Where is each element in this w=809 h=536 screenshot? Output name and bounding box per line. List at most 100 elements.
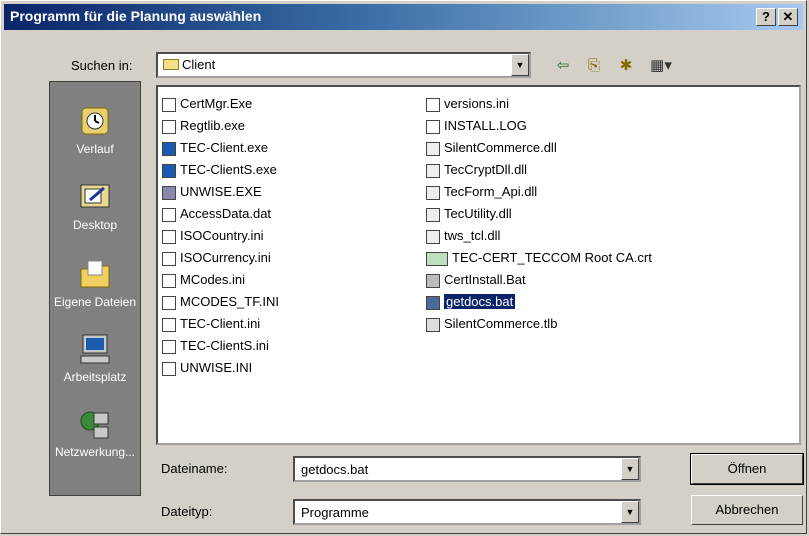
file-item[interactable]: TEC-CERT_TECCOM Root CA.crt [426, 247, 652, 269]
file-name: INSTALL.LOG [444, 118, 527, 133]
certificate-file-icon [426, 251, 448, 266]
file-name: TEC-ClientS.exe [180, 162, 277, 177]
file-name: Regtlib.exe [180, 118, 246, 133]
file-item[interactable]: MCodes.ini [162, 269, 245, 291]
my-documents-icon [78, 257, 112, 291]
file-name: TecForm_Api.dll [444, 184, 538, 199]
dll-file-icon [426, 185, 440, 200]
ini-file-icon [162, 229, 176, 244]
place-desktop[interactable]: Desktop [50, 180, 140, 232]
filetype-label: Dateityp: [161, 504, 213, 519]
app-file-icon [162, 141, 176, 156]
filename-value: getdocs.bat [301, 462, 369, 477]
chevron-down-icon[interactable]: ▼ [621, 458, 639, 480]
file-name: TEC-CERT_TECCOM Root CA.crt [452, 250, 652, 265]
filetype-value: Programme [301, 505, 369, 520]
chevron-down-icon[interactable]: ▼ [621, 501, 639, 523]
place-label: Verlauf [76, 142, 114, 156]
file-name: SilentCommerce.dll [444, 140, 557, 155]
file-name: ISOCountry.ini [180, 228, 264, 243]
file-name: CertInstall.Bat [444, 272, 526, 287]
file-item[interactable]: TEC-Client.ini [162, 313, 260, 335]
file-name: versions.ini [444, 96, 510, 111]
app-file-icon [162, 163, 176, 178]
dll-file-icon [426, 207, 440, 222]
ini-file-icon [426, 97, 440, 112]
file-item[interactable]: UNWISE.EXE [162, 181, 262, 203]
file-item[interactable]: ISOCountry.ini [162, 225, 264, 247]
log-file-icon [426, 119, 440, 134]
file-item[interactable]: TEC-Client.exe [162, 137, 268, 159]
folder-up-icon[interactable]: ⎘ [584, 57, 604, 75]
file-name: UNWISE.EXE [180, 184, 262, 199]
ini-file-icon [162, 273, 176, 288]
filetype-select[interactable]: Programme ▼ [293, 499, 641, 525]
dll-file-icon [426, 229, 440, 244]
look-in-value: Client [182, 57, 216, 72]
place-label: Netzwerkung... [54, 445, 136, 459]
file-name: ISOCurrency.ini [180, 250, 271, 265]
file-item[interactable]: versions.ini [426, 93, 509, 115]
place-my-computer[interactable]: Arbeitsplatz [50, 332, 140, 384]
view-menu-icon[interactable]: ▦▾ [646, 57, 676, 75]
ini-file-icon [162, 295, 176, 310]
window-title: Programm für die Planung auswählen [10, 8, 262, 24]
file-item[interactable]: CertMgr.Exe [162, 93, 252, 115]
exe-file-icon [162, 97, 176, 112]
file-item[interactable]: CertInstall.Bat [426, 269, 526, 291]
batch-file-icon [426, 295, 440, 310]
ini-file-icon [162, 339, 176, 354]
file-item[interactable]: SilentCommerce.tlb [426, 313, 557, 335]
history-icon [78, 104, 112, 138]
file-name: MCODES_TF.INI [180, 294, 279, 309]
file-name: TecUtility.dll [444, 206, 512, 221]
file-item[interactable]: UNWISE.INI [162, 357, 252, 379]
ini-file-icon [162, 317, 176, 332]
file-name: CertMgr.Exe [180, 96, 253, 111]
chevron-down-icon[interactable]: ▼ [511, 54, 529, 76]
file-list[interactable]: CertMgr.Exe Regtlib.exe TEC-Client.exe T… [156, 85, 801, 445]
ini-file-icon [162, 361, 176, 376]
dll-file-icon [426, 141, 440, 156]
help-button[interactable]: ? [756, 8, 776, 26]
file-item[interactable]: TEC-ClientS.exe [162, 159, 277, 181]
file-item[interactable]: TEC-ClientS.ini [162, 335, 269, 357]
file-item[interactable]: MCODES_TF.INI [162, 291, 279, 313]
file-item[interactable]: ISOCurrency.ini [162, 247, 271, 269]
file-item[interactable]: TecCryptDll.dll [426, 159, 527, 181]
desktop-icon [78, 180, 112, 214]
place-label: Arbeitsplatz [63, 370, 127, 384]
file-name: TEC-ClientS.ini [180, 338, 269, 353]
look-in-combo[interactable]: Client ▼ [156, 52, 531, 78]
document-file-icon [162, 207, 176, 222]
file-name: getdocs.bat [444, 294, 516, 309]
look-in-label: Suchen in: [71, 58, 133, 73]
cancel-button[interactable]: Abbrechen [691, 495, 803, 525]
file-item[interactable]: INSTALL.LOG [426, 115, 527, 137]
folder-icon [163, 59, 179, 70]
title-bar[interactable]: Programm für die Planung auswählen ? ✕ [4, 4, 803, 30]
place-label: Desktop [72, 218, 118, 232]
file-item[interactable]: AccessData.dat [162, 203, 271, 225]
file-name: TEC-Client.exe [180, 140, 269, 155]
file-item[interactable]: Regtlib.exe [162, 115, 245, 137]
file-name: MCodes.ini [180, 272, 246, 287]
file-item-selected[interactable]: getdocs.bat [426, 291, 516, 313]
place-my-documents[interactable]: Eigene Dateien [50, 257, 140, 309]
installer-file-icon [162, 185, 176, 200]
file-name: TecCryptDll.dll [444, 162, 528, 177]
batch-file-icon [426, 273, 440, 288]
file-item[interactable]: tws_tcl.dll [426, 225, 500, 247]
file-open-dialog: Programm für die Planung auswählen ? ✕ S… [0, 0, 807, 534]
file-item[interactable]: TecForm_Api.dll [426, 181, 537, 203]
filename-input[interactable]: getdocs.bat ▼ [293, 456, 641, 482]
close-button[interactable]: ✕ [778, 8, 798, 26]
new-folder-icon[interactable]: ✱ [616, 57, 636, 75]
file-item[interactable]: SilentCommerce.dll [426, 137, 557, 159]
file-item[interactable]: TecUtility.dll [426, 203, 512, 225]
back-icon[interactable]: ⇦ [553, 57, 573, 75]
tlb-file-icon [426, 317, 440, 332]
place-network[interactable]: Netzwerkung... [50, 407, 140, 459]
place-history[interactable]: Verlauf [50, 104, 140, 156]
open-button[interactable]: Öffnen [690, 453, 804, 485]
